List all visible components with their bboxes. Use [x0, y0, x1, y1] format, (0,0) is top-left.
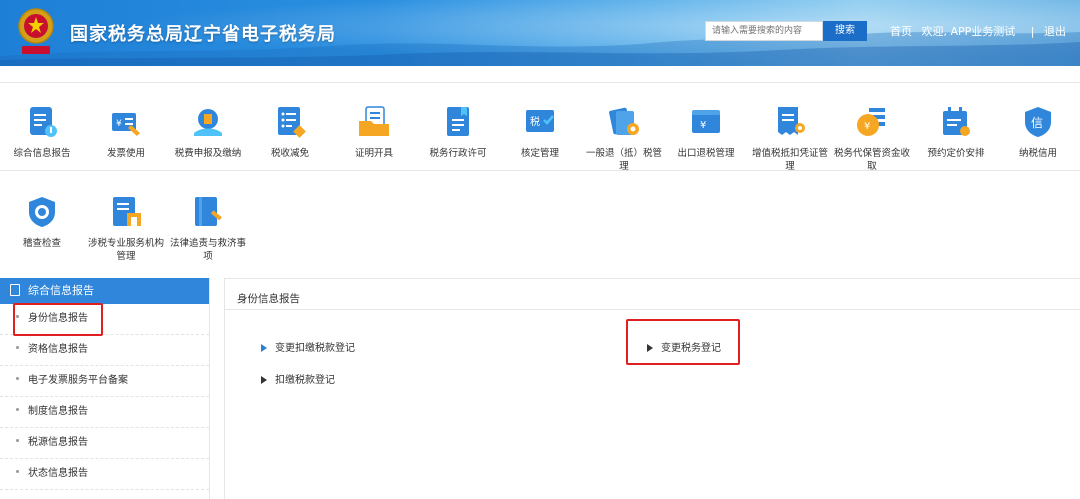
credit-shield-icon: 信: [1025, 107, 1051, 137]
site-title: 国家税务总局辽宁省电子税务局: [70, 24, 336, 45]
menu-label: 税务代保管资金收取: [833, 148, 910, 172]
menu-label: 法律追责与救济事项: [169, 238, 246, 262]
top-nav-links: 首页 欢迎, APP业务测试 | 退出: [890, 23, 1072, 39]
sidebar-item-e-invoice[interactable]: 电子发票服务平台备案: [0, 366, 209, 397]
function-menu: 综合信息报告 ¥ 发票使用 税费申报及缴纳 税收减免 证明开具 税务行政许可 税…: [0, 82, 1080, 266]
svg-text:¥: ¥: [700, 120, 706, 131]
menu-item-vat-voucher[interactable]: 增值税抵扣凭证管理: [748, 105, 832, 173]
link-change-withholding[interactable]: 变更扣缴税款登记: [261, 339, 355, 354]
agency-icon: [113, 197, 141, 226]
export-refund-icon: ¥: [692, 110, 720, 133]
menu-label: 纳税信用: [1018, 148, 1057, 159]
site-header: 国家税务总局辽宁省电子税务局 搜索 首页 欢迎, APP业务测试 | 退出: [0, 0, 1080, 66]
menu-item-approval[interactable]: 税 核定管理: [498, 105, 582, 160]
menu-item-tax-relief[interactable]: 税收减免: [248, 105, 332, 160]
sidebar-item-qualification[interactable]: 资格信息报告: [0, 335, 209, 366]
menu-label: 预约定价安排: [927, 148, 985, 159]
menu-label: 税务行政许可: [429, 148, 487, 159]
highlight-box-content: [626, 319, 740, 365]
menu-label: 综合信息报告: [13, 148, 71, 159]
search-input[interactable]: [705, 21, 823, 41]
search-button[interactable]: 搜索: [823, 21, 867, 41]
inspection-shield-icon: [29, 197, 55, 227]
menu-label: 出口退税管理: [677, 148, 735, 159]
menu-item-agency[interactable]: 涉税专业服务机构管理: [84, 195, 168, 263]
tax-bureau-emblem-icon: [18, 8, 54, 54]
arrow-right-icon: [261, 344, 267, 352]
highlight-box-sidebar: [13, 303, 103, 336]
sidebar-item-status[interactable]: 状态信息报告: [0, 459, 209, 490]
menu-item-invoice[interactable]: ¥ 发票使用: [84, 105, 168, 160]
bullet-icon: [16, 346, 19, 349]
menu-row-1: 综合信息报告 ¥ 发票使用 税费申报及缴纳 税收减免 证明开具 税务行政许可 税…: [0, 83, 1080, 173]
bullet-icon: [16, 377, 19, 380]
welcome-text: 欢迎, APP业务测试: [921, 25, 1016, 38]
svg-text:¥: ¥: [864, 121, 870, 132]
certificate-icon: [359, 106, 389, 136]
bullet-icon: [16, 439, 19, 442]
menu-item-law[interactable]: 法律追责与救济事项: [166, 195, 250, 263]
menu-item-refund[interactable]: 一般退（抵）税管理: [582, 105, 666, 173]
arrow-right-icon: [261, 376, 267, 384]
sidebar-item-label: 电子发票服务平台备案: [28, 375, 128, 386]
document-icon: [10, 284, 20, 296]
bullet-icon: [16, 470, 19, 473]
menu-label: 一般退（抵）税管理: [585, 148, 662, 172]
pricing-calendar-icon: [943, 107, 970, 136]
svg-text:¥: ¥: [116, 119, 122, 129]
menu-label: 税收减免: [270, 148, 309, 159]
menu-label: 税费申报及缴纳: [174, 148, 242, 159]
svg-text:信: 信: [1031, 116, 1043, 130]
menu-label: 增值税抵扣凭证管理: [751, 148, 828, 172]
sidebar-item-tax-source[interactable]: 税源信息报告: [0, 428, 209, 459]
menu-label: 涉税专业服务机构管理: [87, 238, 164, 262]
invoice-icon: ¥: [112, 113, 140, 136]
svg-text:税: 税: [530, 115, 540, 128]
link-label: 变更扣缴税款登记: [275, 343, 355, 354]
custody-fund-icon: ¥: [857, 108, 885, 136]
link-label: 扣缴税款登记: [275, 375, 335, 386]
menu-item-credit[interactable]: 信 纳税信用: [996, 105, 1080, 160]
main-content: 身份信息报告 变更扣缴税款登记 扣缴税款登记 变更税务登记: [224, 278, 1080, 499]
nav-separator: |: [1030, 25, 1035, 38]
permit-icon: [447, 107, 469, 136]
sidebar-item-label: 资格信息报告: [28, 344, 88, 355]
sidebar-header-label: 综合信息报告: [28, 284, 94, 297]
divider: [225, 309, 1080, 310]
tax-relief-icon: [278, 107, 306, 138]
logout-link[interactable]: 退出: [1044, 25, 1066, 38]
menu-item-permit[interactable]: 税务行政许可: [416, 105, 500, 160]
menu-item-report[interactable]: 综合信息报告: [0, 105, 84, 160]
refund-icon: [609, 107, 639, 135]
home-link[interactable]: 首页: [890, 25, 912, 38]
content-title: 身份信息报告: [237, 293, 300, 305]
menu-item-export-refund[interactable]: ¥ 出口退税管理: [664, 105, 748, 160]
menu-label: 稽查检查: [22, 238, 61, 249]
menu-item-certificate[interactable]: 证明开具: [332, 105, 416, 160]
tax-declare-icon: [194, 109, 222, 136]
law-book-icon: [195, 197, 222, 226]
link-withholding[interactable]: 扣缴税款登记: [261, 371, 335, 386]
menu-label: 证明开具: [354, 148, 393, 159]
report-icon: [30, 107, 57, 137]
sidebar-item-label: 制度信息报告: [28, 406, 88, 417]
bullet-icon: [16, 408, 19, 411]
menu-label: 发票使用: [106, 148, 145, 159]
menu-item-custody-fund[interactable]: ¥ 税务代保管资金收取: [830, 105, 914, 173]
menu-item-tax-declare[interactable]: 税费申报及缴纳: [166, 105, 250, 160]
vat-voucher-icon: [778, 107, 805, 135]
sidebar-item-label: 税源信息报告: [28, 437, 88, 448]
menu-item-inspection[interactable]: 稽查检查: [0, 195, 84, 250]
sidebar-item-label: 状态信息报告: [28, 468, 88, 479]
menu-item-pricing[interactable]: 预约定价安排: [914, 105, 998, 160]
approval-icon: 税: [526, 110, 554, 132]
menu-label: 核定管理: [520, 148, 559, 159]
sidebar-header[interactable]: 综合信息报告: [0, 278, 209, 304]
sidebar-item-system[interactable]: 制度信息报告: [0, 397, 209, 428]
